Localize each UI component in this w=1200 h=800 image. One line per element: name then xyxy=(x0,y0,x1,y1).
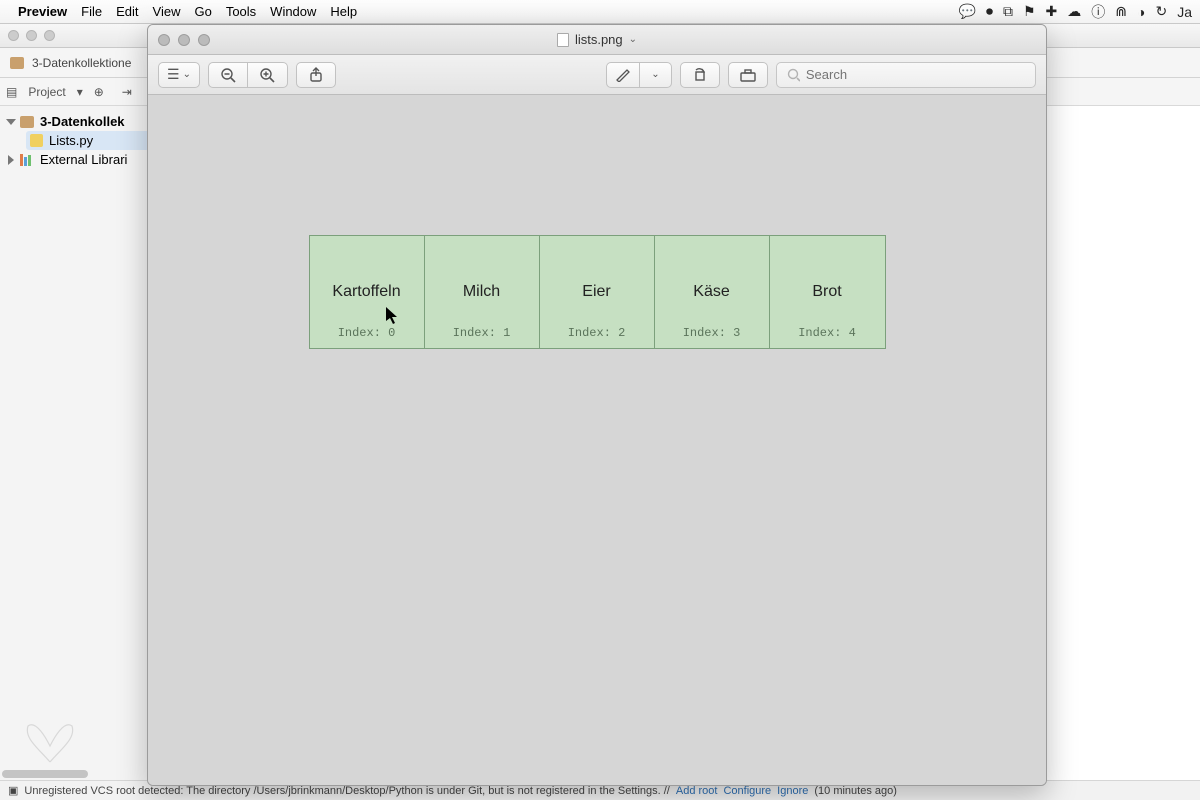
search-input[interactable] xyxy=(806,67,1025,82)
target-icon[interactable]: ⊕ xyxy=(87,81,111,103)
menu-view[interactable]: View xyxy=(153,4,181,19)
preview-titlebar[interactable]: lists.png ⌄ xyxy=(148,25,1046,55)
status-message: Unregistered VCS root detected: The dire… xyxy=(24,785,669,797)
dropbox-icon[interactable]: ⧉ xyxy=(1003,3,1013,20)
list-index: Index: 3 xyxy=(683,326,741,340)
preview-traffic-lights[interactable] xyxy=(158,34,210,46)
document-icon xyxy=(557,33,569,47)
list-index: Index: 2 xyxy=(568,326,626,340)
list-word: Brot xyxy=(812,283,841,301)
list-cell: Eier Index: 2 xyxy=(540,236,655,348)
status-ignore-link[interactable]: Ignore xyxy=(777,785,808,797)
share-button[interactable] xyxy=(296,62,336,88)
preview-min-dot[interactable] xyxy=(178,34,190,46)
menu-tools[interactable]: Tools xyxy=(226,4,256,19)
list-cell: Brot Index: 4 xyxy=(770,236,885,348)
disclosure-triangle-icon[interactable] xyxy=(6,119,16,125)
ide-min-dot[interactable] xyxy=(26,30,37,41)
list-word: Käse xyxy=(693,283,729,301)
preview-title[interactable]: lists.png ⌄ xyxy=(557,32,637,47)
markup-dropdown-button[interactable]: ⌄ xyxy=(640,62,672,88)
tree-root-label: 3-Datenkollek xyxy=(40,114,125,129)
menu-go[interactable]: Go xyxy=(194,4,211,19)
preview-close-dot[interactable] xyxy=(158,34,170,46)
project-dropdown-icon[interactable]: ▾ xyxy=(77,85,83,99)
flag-icon[interactable]: ⚑ xyxy=(1023,3,1036,20)
app-name[interactable]: Preview xyxy=(18,4,67,19)
status-add-root-link[interactable]: Add root xyxy=(676,785,718,797)
status-warning-icon[interactable]: ▣ xyxy=(8,784,18,797)
disclosure-triangle-icon[interactable] xyxy=(8,155,14,165)
preview-canvas[interactable]: Kartoffeln Index: 0 Milch Index: 1 Eier … xyxy=(148,95,1046,785)
ide-traffic-lights[interactable] xyxy=(8,30,55,41)
toolbox-button[interactable] xyxy=(728,62,768,88)
menu-edit[interactable]: Edit xyxy=(116,4,138,19)
tree-lib-label: External Librari xyxy=(40,152,127,167)
preview-toolbar: ☰ ⌄ ⌄ xyxy=(148,55,1046,95)
project-tab-icon: ▤ xyxy=(6,85,17,99)
menu-file[interactable]: File xyxy=(81,4,102,19)
list-cell: Milch Index: 1 xyxy=(425,236,540,348)
search-icon xyxy=(787,68,800,82)
user-label[interactable]: Ja xyxy=(1177,4,1192,20)
circle-icon[interactable]: ◑ xyxy=(1137,4,1145,20)
list-word: Eier xyxy=(582,283,610,301)
python-file-icon xyxy=(30,134,43,147)
list-cell: Käse Index: 3 xyxy=(655,236,770,348)
plus-icon[interactable]: ✚ xyxy=(1046,3,1058,20)
tree-file-label: Lists.py xyxy=(49,133,93,148)
list-diagram: Kartoffeln Index: 0 Milch Index: 1 Eier … xyxy=(309,235,886,349)
list-index: Index: 1 xyxy=(453,326,511,340)
preview-max-dot[interactable] xyxy=(198,34,210,46)
menu-window[interactable]: Window xyxy=(270,4,316,19)
menubar-right: 💬 ⏺ ⧉ ⚑ ✚ ☁ ⓘ ⋒ ◑ ↻ Ja xyxy=(959,2,1192,22)
project-tab-label[interactable]: Project xyxy=(21,81,72,103)
headphones-icon[interactable]: ⋒ xyxy=(1115,3,1127,20)
macos-menubar: Preview File Edit View Go Tools Window H… xyxy=(0,0,1200,24)
zoom-out-button[interactable] xyxy=(208,62,248,88)
libraries-icon xyxy=(20,154,34,166)
folder-icon xyxy=(10,57,24,69)
sidebar-toggle-button[interactable]: ☰ ⌄ xyxy=(158,62,200,88)
preview-window: lists.png ⌄ ☰ ⌄ ⌄ xyxy=(147,24,1047,786)
preview-filename: lists.png xyxy=(575,32,623,47)
breadcrumb-root[interactable]: 3-Datenkollektione xyxy=(32,56,131,70)
chevron-down-icon[interactable]: ⌄ xyxy=(629,34,637,45)
status-configure-link[interactable]: Configure xyxy=(723,785,771,797)
cloud-icon[interactable]: ☁ xyxy=(1067,3,1081,20)
clock-icon[interactable]: ↻ xyxy=(1155,3,1167,20)
info-icon[interactable]: ⓘ xyxy=(1091,2,1105,22)
list-word: Milch xyxy=(463,283,500,301)
list-word: Kartoffeln xyxy=(332,283,400,301)
record-icon[interactable]: ⏺ xyxy=(986,3,993,20)
chat-icon[interactable]: 💬 xyxy=(959,3,976,20)
list-cell: Kartoffeln Index: 0 xyxy=(310,236,425,348)
folder-icon xyxy=(20,116,34,128)
zoom-in-button[interactable] xyxy=(248,62,288,88)
preview-search-field[interactable] xyxy=(776,62,1036,88)
menu-help[interactable]: Help xyxy=(330,4,357,19)
list-index: Index: 0 xyxy=(338,326,396,340)
collapse-icon[interactable]: ⇥ xyxy=(115,81,139,103)
butterfly-watermark-icon xyxy=(20,718,80,772)
list-index: Index: 4 xyxy=(798,326,856,340)
ide-max-dot[interactable] xyxy=(44,30,55,41)
rotate-button[interactable] xyxy=(680,62,720,88)
status-time: (10 minutes ago) xyxy=(814,785,897,797)
markup-button[interactable] xyxy=(606,62,640,88)
ide-close-dot[interactable] xyxy=(8,30,19,41)
